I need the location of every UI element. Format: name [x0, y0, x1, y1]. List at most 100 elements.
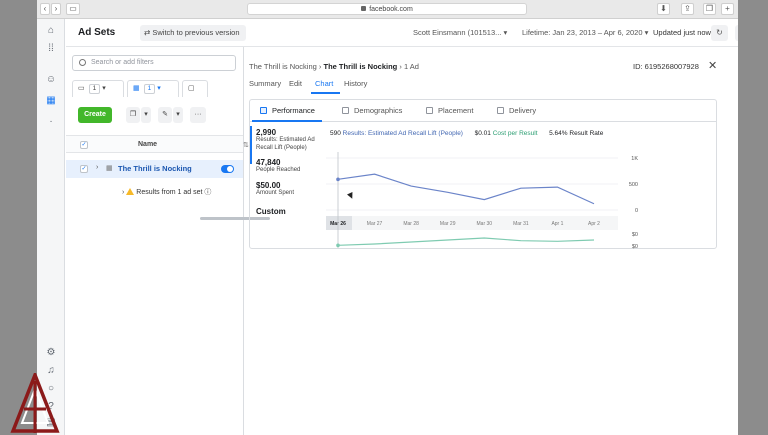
close-icon[interactable]: ✕ [708, 59, 717, 72]
select-all-checkbox[interactable]: ✓ [80, 141, 88, 149]
expand-chevron-icon[interactable]: › [96, 164, 98, 171]
metric-reach[interactable]: 47,840 People Reached [256, 158, 300, 175]
grid-icon: ▦ [133, 85, 140, 92]
screen: ‹ › ▭ facebook.com ⬇ ⇪ ❐ + ⌂ ⁞⁞ ☺ ▦ · ⚙ … [0, 0, 768, 435]
duplicate-icon: ❐ [129, 111, 137, 118]
table-header: ✓ Name ⇅ [66, 135, 249, 153]
account-overview-icon[interactable]: ☺ [45, 74, 57, 86]
tab-delivery[interactable]: Delivery [497, 106, 536, 115]
create-button[interactable]: Create [78, 107, 112, 123]
back-button[interactable]: ‹ [40, 3, 50, 15]
warning-icon [126, 188, 135, 195]
y-tick-label-cost: $0 [632, 232, 638, 238]
tab-summary[interactable]: Summary [249, 79, 281, 88]
apps-grid-icon[interactable]: ⁞⁞ [45, 43, 57, 55]
column-name-header[interactable]: Name [138, 141, 157, 148]
metric-results[interactable]: 2,990 Results: Estimated Ad Recall Lift … [256, 128, 315, 152]
row-checkbox[interactable]: ✓ [80, 165, 88, 173]
level-tabs: ▭ 1 ▾ ▦ 1 ▾ ▢ [72, 80, 236, 97]
x-tick-label: Mar 28 [403, 221, 419, 227]
download-button[interactable]: ⬇ [657, 3, 670, 15]
x-tick-label: Mar 31 [513, 221, 529, 227]
refresh-button[interactable]: ↻ [711, 25, 728, 41]
pencil-icon: ✎ [162, 111, 168, 118]
folder-icon: ▭ [78, 85, 85, 92]
duplicate-button[interactable]: ❐ [126, 107, 140, 123]
search-input[interactable]: Search or add filters [72, 55, 236, 71]
active-tab-indicator [311, 92, 340, 94]
duplicate-dropdown-button[interactable]: ▾ [141, 107, 151, 123]
cost-series-line [337, 237, 595, 246]
info-icon[interactable]: ⓘ [204, 189, 211, 196]
account-selector[interactable]: Scott Einsmann (101513... ▾ [413, 28, 507, 37]
edit-dropdown-button[interactable]: ▾ [173, 107, 183, 123]
more-dot-icon[interactable]: · [45, 116, 57, 128]
sidebar-toggle-button[interactable]: ▭ [66, 3, 80, 15]
tab-history[interactable]: History [344, 79, 367, 88]
x-tick-label: Apr 2 [588, 221, 600, 227]
list-toolbar: Create ❐ ▾ ✎ ▾ ··· [72, 107, 236, 123]
date-range-selector[interactable]: Lifetime: Jan 23, 2013 – Apr 6, 2020 ▾ [522, 28, 648, 37]
header-more-button[interactable]: ··· [735, 25, 738, 41]
breadcrumb-ad-set[interactable]: The Thrill is Nocking [324, 62, 398, 71]
demographics-icon [342, 107, 349, 114]
y-tick-label-cost: $0 [632, 244, 638, 250]
cost-per-result-label: Cost per Result [492, 130, 538, 137]
performance-icon [260, 107, 267, 114]
address-bar[interactable]: facebook.com [247, 3, 527, 15]
active-metric-tab-indicator [252, 120, 322, 122]
switch-version-button[interactable]: ⇄ Switch to previous version [140, 25, 246, 41]
tab-ads[interactable]: ▢ [182, 80, 208, 97]
search-icon [79, 59, 86, 66]
tab-performance[interactable]: Performance [260, 106, 315, 115]
metric-spent[interactable]: $50.00 Amount Spent [256, 181, 294, 198]
x-tick-label: Apr 1 [551, 221, 563, 227]
chart-card: Performance Demographics Placement Deliv… [249, 99, 717, 250]
forward-button[interactable]: › [51, 3, 61, 15]
breadcrumb-ads[interactable]: 1 Ad [404, 62, 419, 71]
table-row[interactable]: ✓ › ▦ The Thrill is Nocking [66, 160, 243, 178]
tab-chart[interactable]: Chart [315, 79, 333, 88]
chevron-down-icon: ▾ [503, 28, 508, 37]
breadcrumb-campaign[interactable]: The Thrill is Nocking [249, 62, 317, 71]
page-title: Ad Sets [78, 27, 116, 38]
tab-placement[interactable]: Placement [426, 106, 473, 115]
browser-window: ‹ › ▭ facebook.com ⬇ ⇪ ❐ + ⌂ ⁞⁞ ☺ ▦ · ⚙ … [37, 0, 738, 435]
tab-demographics[interactable]: Demographics [342, 106, 402, 115]
results-summary-row: › Results from 1 ad set ⓘ [122, 188, 212, 196]
x-tick-label: Mar 30 [477, 221, 493, 227]
url-text: facebook.com [369, 6, 413, 13]
delivery-icon [497, 107, 504, 114]
results-point [336, 177, 340, 182]
ad-sets-list-pane: Search or add filters ▭ 1 ▾ ▦ 1 ▾ ▢ Create… [66, 47, 270, 435]
tab-ad-sets[interactable]: ▦ 1 ▾ [127, 80, 179, 97]
ad-set-toggle[interactable] [221, 165, 234, 173]
selected-metric-marker [250, 126, 252, 164]
watermark-logo [10, 373, 60, 433]
x-tick-label: Mar 29 [440, 221, 456, 227]
chart-summary: 590 Results: Estimated Ad Recall Lift (P… [330, 130, 603, 137]
campaigns-table-icon[interactable]: ▦ [45, 95, 57, 107]
new-tab-button[interactable]: + [721, 3, 734, 15]
custom-metric-link[interactable]: Custom [256, 207, 286, 216]
result-rate-label: Result Rate [569, 130, 604, 137]
settings-gear-icon[interactable]: ⚙ [45, 347, 57, 359]
list-more-button[interactable]: ··· [190, 107, 206, 123]
lock-icon [361, 6, 367, 11]
y-tick-label: 0 [635, 208, 638, 214]
tab-edit[interactable]: Edit [289, 79, 302, 88]
results-series-line [337, 173, 595, 205]
breadcrumb: The Thrill is Nocking › The Thrill is No… [249, 62, 419, 71]
chevron-down-icon: ▾ [644, 28, 649, 37]
edit-button[interactable]: ✎ [158, 107, 172, 123]
tabs-button[interactable]: ❐ [703, 3, 716, 15]
share-button[interactable]: ⇪ [681, 3, 694, 15]
browser-toolbar: ‹ › ▭ facebook.com ⬇ ⇪ ❐ + [37, 0, 738, 19]
x-tick-label: Mar 27 [367, 221, 383, 227]
ad-set-grid-icon: ▦ [106, 165, 113, 172]
home-icon[interactable]: ⌂ [45, 25, 57, 37]
tab-campaigns[interactable]: ▭ 1 ▾ [72, 80, 124, 97]
expand-chevron-icon[interactable]: › [122, 189, 124, 196]
ad-set-name[interactable]: The Thrill is Nocking [118, 164, 192, 173]
performance-chart[interactable]: 1K5000Mar 26 Mar 27 Mar 28 Mar 29 Mar 30 Mar … [326, 140, 698, 250]
